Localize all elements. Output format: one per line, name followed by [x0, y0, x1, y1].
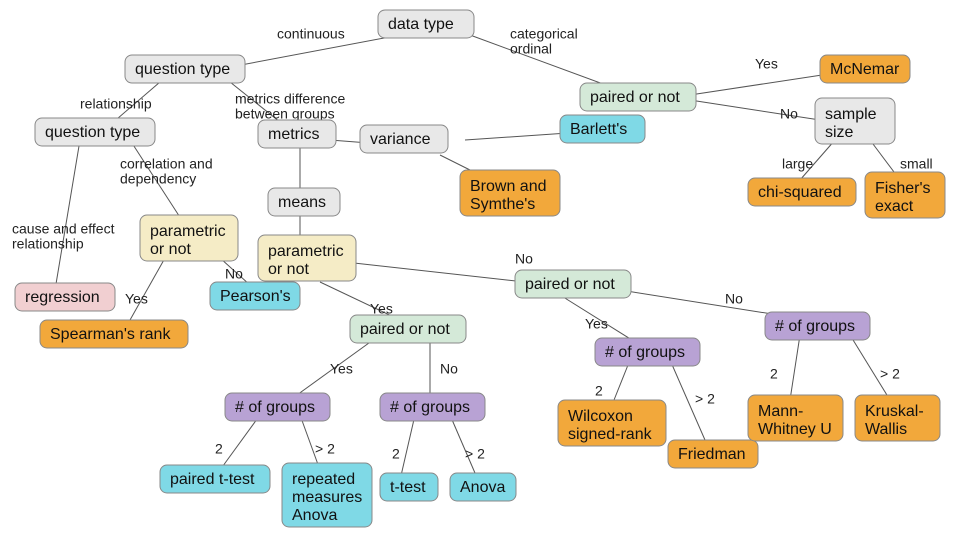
svg-text:parametric: parametric: [268, 243, 344, 260]
edge-continuous: continuous: [277, 26, 345, 42]
svg-text:regression: regression: [25, 289, 100, 306]
svg-text:question type: question type: [45, 124, 140, 141]
edge-ss-small: small: [900, 156, 933, 172]
svg-text:Anova: Anova: [292, 507, 337, 524]
edge-means-yes: Yes: [370, 301, 393, 317]
edge-corr-yes: Yes: [125, 291, 148, 307]
edge-np-yes: Yes: [585, 316, 608, 332]
edge-gpp-2: 2: [215, 441, 223, 457]
svg-text:McNemar: McNemar: [830, 61, 900, 78]
svg-text:measures: measures: [292, 489, 362, 506]
svg-text:size: size: [825, 124, 854, 141]
svg-text:means: means: [278, 194, 326, 211]
edge-gunp-2: 2: [770, 366, 778, 382]
svg-text:Friedman: Friedman: [678, 446, 746, 463]
edge-paired-yes: Yes: [330, 361, 353, 377]
svg-text:Wilcoxon: Wilcoxon: [568, 408, 633, 425]
edge-relationship: relationship: [80, 96, 152, 112]
edge-np-no: No: [725, 291, 743, 307]
svg-text:t-test: t-test: [390, 479, 426, 496]
edge-gup-2: 2: [392, 446, 400, 462]
svg-text:repeated: repeated: [292, 471, 355, 488]
svg-text:Fisher's: Fisher's: [875, 180, 931, 197]
edge-gunp-gt2: > 2: [880, 366, 900, 382]
svg-text:Wallis: Wallis: [865, 421, 907, 438]
svg-text:Spearman's rank: Spearman's rank: [50, 326, 171, 343]
svg-text:paired t-test: paired t-test: [170, 471, 255, 488]
edge-cat-no: No: [780, 106, 798, 122]
edge-ss-large: large: [782, 156, 813, 172]
svg-text:Barlett's: Barlett's: [570, 121, 627, 138]
svg-text:signed-rank: signed-rank: [568, 426, 653, 443]
edge-means-no: No: [515, 251, 533, 267]
edge-gpnp-gt2: > 2: [695, 391, 715, 407]
svg-text:paired or not: paired or not: [590, 89, 680, 106]
svg-text:Mann-: Mann-: [758, 403, 803, 420]
svg-text:metrics: metrics: [268, 126, 320, 143]
edge-gup-gt2: > 2: [465, 446, 485, 462]
svg-text:data type: data type: [388, 16, 454, 33]
svg-text:or not: or not: [150, 241, 191, 258]
svg-text:Kruskal-: Kruskal-: [865, 403, 924, 420]
svg-text:Symthe's: Symthe's: [470, 196, 535, 213]
edge-cause-l2: relationship: [12, 236, 84, 252]
svg-text:Brown and: Brown and: [470, 178, 547, 195]
edge-gpp-gt2: > 2: [315, 441, 335, 457]
svg-text:# of groups: # of groups: [235, 399, 315, 416]
svg-text:parametric: parametric: [150, 223, 226, 240]
svg-text:paired or not: paired or not: [525, 276, 615, 293]
edge-corr-l1: correlation and: [120, 156, 213, 172]
edge-paired-no: No: [440, 361, 458, 377]
svg-text:# of groups: # of groups: [605, 344, 685, 361]
edge-gpnp-2: 2: [595, 383, 603, 399]
svg-text:question type: question type: [135, 61, 230, 78]
svg-text:exact: exact: [875, 198, 914, 215]
edge-metrics-diff-l1: metrics difference: [235, 91, 345, 107]
edge-metrics-diff-l2: between groups: [235, 106, 335, 122]
svg-text:Whitney U: Whitney U: [758, 421, 832, 438]
edge-cause-l1: cause and effect: [12, 221, 115, 237]
svg-text:paired or not: paired or not: [360, 321, 450, 338]
svg-text:Anova: Anova: [460, 479, 505, 496]
svg-text:# of groups: # of groups: [390, 399, 470, 416]
edge-corr-no: No: [225, 266, 243, 282]
svg-text:# of groups: # of groups: [775, 318, 855, 335]
svg-text:variance: variance: [370, 131, 431, 148]
svg-text:Pearson's: Pearson's: [220, 288, 291, 305]
decision-tree-diagram: continuous categorical ordinal relations…: [0, 0, 960, 540]
edge-corr-l2: dependency: [120, 171, 196, 187]
edge-categorical-l2: ordinal: [510, 41, 552, 57]
edge-cat-yes: Yes: [755, 56, 778, 72]
svg-text:sample: sample: [825, 106, 877, 123]
svg-text:chi-squared: chi-squared: [758, 184, 842, 201]
edge-categorical-l1: categorical: [510, 26, 578, 42]
svg-text:or not: or not: [268, 261, 309, 278]
